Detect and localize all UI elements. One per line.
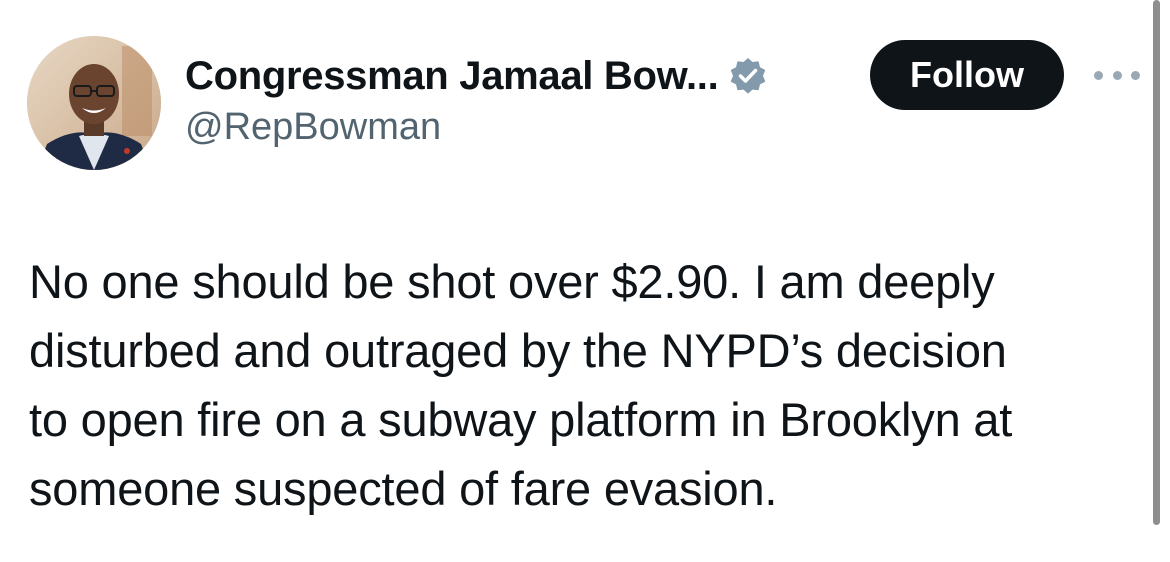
follow-button[interactable]: Follow	[870, 40, 1064, 110]
verified-badge-icon[interactable]	[728, 56, 768, 96]
author-name-row: Congressman Jamaal Bow...	[185, 50, 768, 102]
author-avatar[interactable]	[27, 36, 161, 170]
tweet-text-line: No one should be shot over $2.90. I am d…	[29, 255, 995, 308]
tweet-text-line: someone suspected of fare evasion.	[29, 462, 778, 515]
tweet-text-line: disturbed and outraged by the NYPD’s dec…	[29, 324, 1007, 377]
scrollbar[interactable]	[1153, 0, 1160, 525]
author-display-name[interactable]: Congressman Jamaal Bow...	[185, 54, 719, 99]
tweet-card: Congressman Jamaal Bow... @RepBowman Fol…	[0, 0, 1170, 562]
tweet-text: No one should be shot over $2.90. I am d…	[29, 247, 1129, 523]
dot-icon	[1112, 70, 1122, 80]
author-handle[interactable]: @RepBowman	[185, 106, 441, 149]
more-options-icon[interactable]	[1094, 60, 1140, 90]
dot-icon	[1094, 70, 1103, 80]
dot-icon	[1131, 70, 1140, 80]
avatar-image	[27, 36, 161, 170]
tweet-text-line: to open fire on a subway platform in Bro…	[29, 393, 1013, 446]
